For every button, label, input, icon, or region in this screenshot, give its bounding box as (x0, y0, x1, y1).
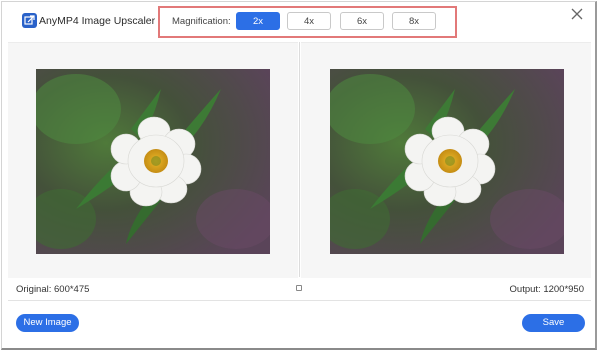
image-upscale-icon (22, 13, 37, 28)
magnification-4x-button[interactable]: 4x (287, 12, 331, 30)
output-size-label: Output: 1200*950 (509, 284, 584, 295)
output-image (330, 69, 564, 254)
preview-divider[interactable] (299, 42, 300, 277)
magnification-2x-button[interactable]: 2x (236, 12, 280, 30)
new-image-button[interactable]: New Image (16, 314, 79, 332)
original-size-label: Original: 600*475 (16, 284, 90, 295)
save-button[interactable]: Save (522, 314, 585, 332)
original-image (36, 69, 270, 254)
magnification-8x-button[interactable]: 8x (392, 12, 436, 30)
magnification-6x-button[interactable]: 6x (340, 12, 384, 30)
magnification-label: Magnification: (172, 16, 231, 27)
footer-divider (8, 300, 591, 301)
close-icon[interactable] (570, 7, 584, 21)
drag-handle-icon[interactable] (296, 285, 302, 291)
app-title: AnyMP4 Image Upscaler Online (39, 15, 157, 27)
